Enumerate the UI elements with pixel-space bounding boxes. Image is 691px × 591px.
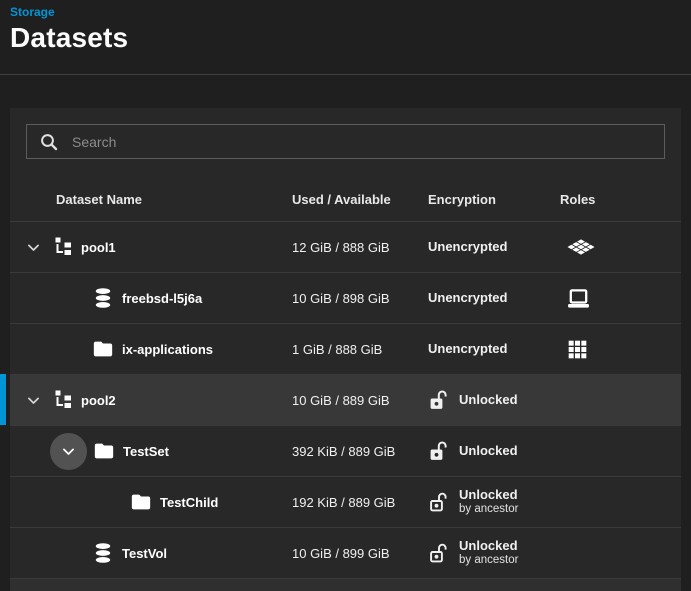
encryption-cell: Unlocked	[428, 389, 560, 411]
encryption-label: Unlocked	[459, 444, 518, 459]
dataset-row-testchild[interactable]: TestChild 192 KiB / 889 GiB Unlocked by …	[10, 477, 681, 528]
encryption-label: Unencrypted	[428, 291, 507, 306]
used-available-cell: 10 GiB / 899 GiB	[292, 546, 428, 561]
encryption-cell: Unencrypted	[428, 240, 560, 255]
folder-icon	[130, 491, 152, 513]
used-available-cell: 192 KiB / 889 GiB	[292, 495, 428, 510]
folder-icon	[93, 440, 115, 462]
dataset-row-freebsd-l5j6a[interactable]: freebsd-l5j6a 10 GiB / 898 GiB Unencrypt…	[10, 273, 681, 324]
encryption-cell: Unlocked	[428, 440, 560, 462]
page-title: Datasets	[10, 22, 128, 54]
datasets-card: Dataset Name Used / Available Encryption…	[10, 108, 681, 591]
encryption-label: Unlocked	[459, 488, 518, 503]
unlock-filled-icon	[428, 389, 450, 411]
table-header: Dataset Name Used / Available Encryption…	[10, 178, 681, 222]
encryption-sublabel: by ancestor	[459, 554, 518, 567]
used-available-cell: 1 GiB / 888 GiB	[292, 342, 428, 357]
name-cell: ix-applications	[10, 338, 292, 360]
used-available-cell: 10 GiB / 898 GiB	[292, 291, 428, 306]
chevron-down-icon	[25, 392, 42, 409]
expand-toggle-button[interactable]	[50, 433, 87, 470]
encryption-cell: Unencrypted	[428, 342, 560, 357]
dataset-name: TestVol	[122, 546, 167, 561]
zvol-database-icon	[92, 287, 114, 309]
name-cell: TestChild	[10, 491, 292, 513]
apps-grid-icon	[566, 338, 589, 361]
column-header-encryption[interactable]: Encryption	[428, 192, 560, 207]
partial-next-row	[10, 579, 681, 591]
dataset-row-pool2[interactable]: pool2 10 GiB / 889 GiB Unlocked	[10, 375, 681, 426]
encryption-label: Unencrypted	[428, 342, 507, 357]
encryption-cell: Unlocked by ancestor	[428, 539, 560, 567]
used-available-cell: 392 KiB / 889 GiB	[292, 444, 428, 459]
chevron-down-icon	[60, 443, 77, 460]
roles-cell	[560, 234, 681, 260]
dataset-row-testvol[interactable]: TestVol 10 GiB / 899 GiB Unlocked by anc…	[10, 528, 681, 579]
name-cell: pool2	[10, 390, 292, 410]
apps-isometric-icon	[566, 234, 596, 260]
roles-cell	[560, 286, 681, 311]
dataset-name: ix-applications	[122, 342, 213, 357]
used-available-cell: 10 GiB / 889 GiB	[292, 393, 428, 408]
header-divider	[0, 74, 691, 75]
expand-toggle-button[interactable]	[23, 237, 43, 257]
encryption-cell: Unencrypted	[428, 291, 560, 306]
name-cell: TestSet	[10, 433, 292, 470]
zvol-database-icon	[92, 542, 114, 564]
search-area	[10, 108, 681, 159]
search-icon	[39, 132, 59, 152]
roles-cell	[560, 338, 681, 361]
column-header-dataset-name[interactable]: Dataset Name	[10, 192, 292, 207]
folder-icon	[92, 338, 114, 360]
dataset-name: TestSet	[123, 444, 169, 459]
used-available-cell: 12 GiB / 888 GiB	[292, 240, 428, 255]
search-box[interactable]	[26, 124, 665, 159]
column-header-roles[interactable]: Roles	[560, 192, 681, 207]
expand-toggle-button[interactable]	[23, 390, 43, 410]
encryption-cell: Unlocked by ancestor	[428, 488, 560, 516]
dataset-name: TestChild	[160, 495, 218, 510]
dataset-tree-icon	[53, 390, 73, 410]
dataset-row-testset[interactable]: TestSet 392 KiB / 889 GiB Unlocked	[10, 426, 681, 477]
breadcrumb-storage-link[interactable]: Storage	[10, 5, 55, 19]
chevron-down-icon	[25, 239, 42, 256]
name-cell: TestVol	[10, 542, 292, 564]
search-input[interactable]	[72, 134, 652, 150]
encryption-label: Unlocked	[459, 393, 518, 408]
unlock-filled-icon	[428, 440, 450, 462]
dataset-row-pool1[interactable]: pool1 12 GiB / 888 GiB Unencrypted	[10, 222, 681, 273]
column-header-used-available[interactable]: Used / Available	[292, 192, 428, 207]
name-cell: freebsd-l5j6a	[10, 287, 292, 309]
unlock-outline-icon	[428, 542, 450, 564]
page-header: Storage Datasets	[0, 0, 691, 74]
dataset-name: pool2	[81, 393, 116, 408]
unlock-outline-icon	[428, 491, 450, 513]
dataset-name: freebsd-l5j6a	[122, 291, 202, 306]
encryption-label: Unencrypted	[428, 240, 507, 255]
dataset-row-ix-applications[interactable]: ix-applications 1 GiB / 888 GiB Unencryp…	[10, 324, 681, 375]
encryption-label: Unlocked	[459, 539, 518, 554]
name-cell: pool1	[10, 237, 292, 257]
dataset-name: pool1	[81, 240, 116, 255]
vm-laptop-icon	[566, 286, 591, 311]
dataset-tree-icon	[53, 237, 73, 257]
encryption-sublabel: by ancestor	[459, 503, 518, 516]
